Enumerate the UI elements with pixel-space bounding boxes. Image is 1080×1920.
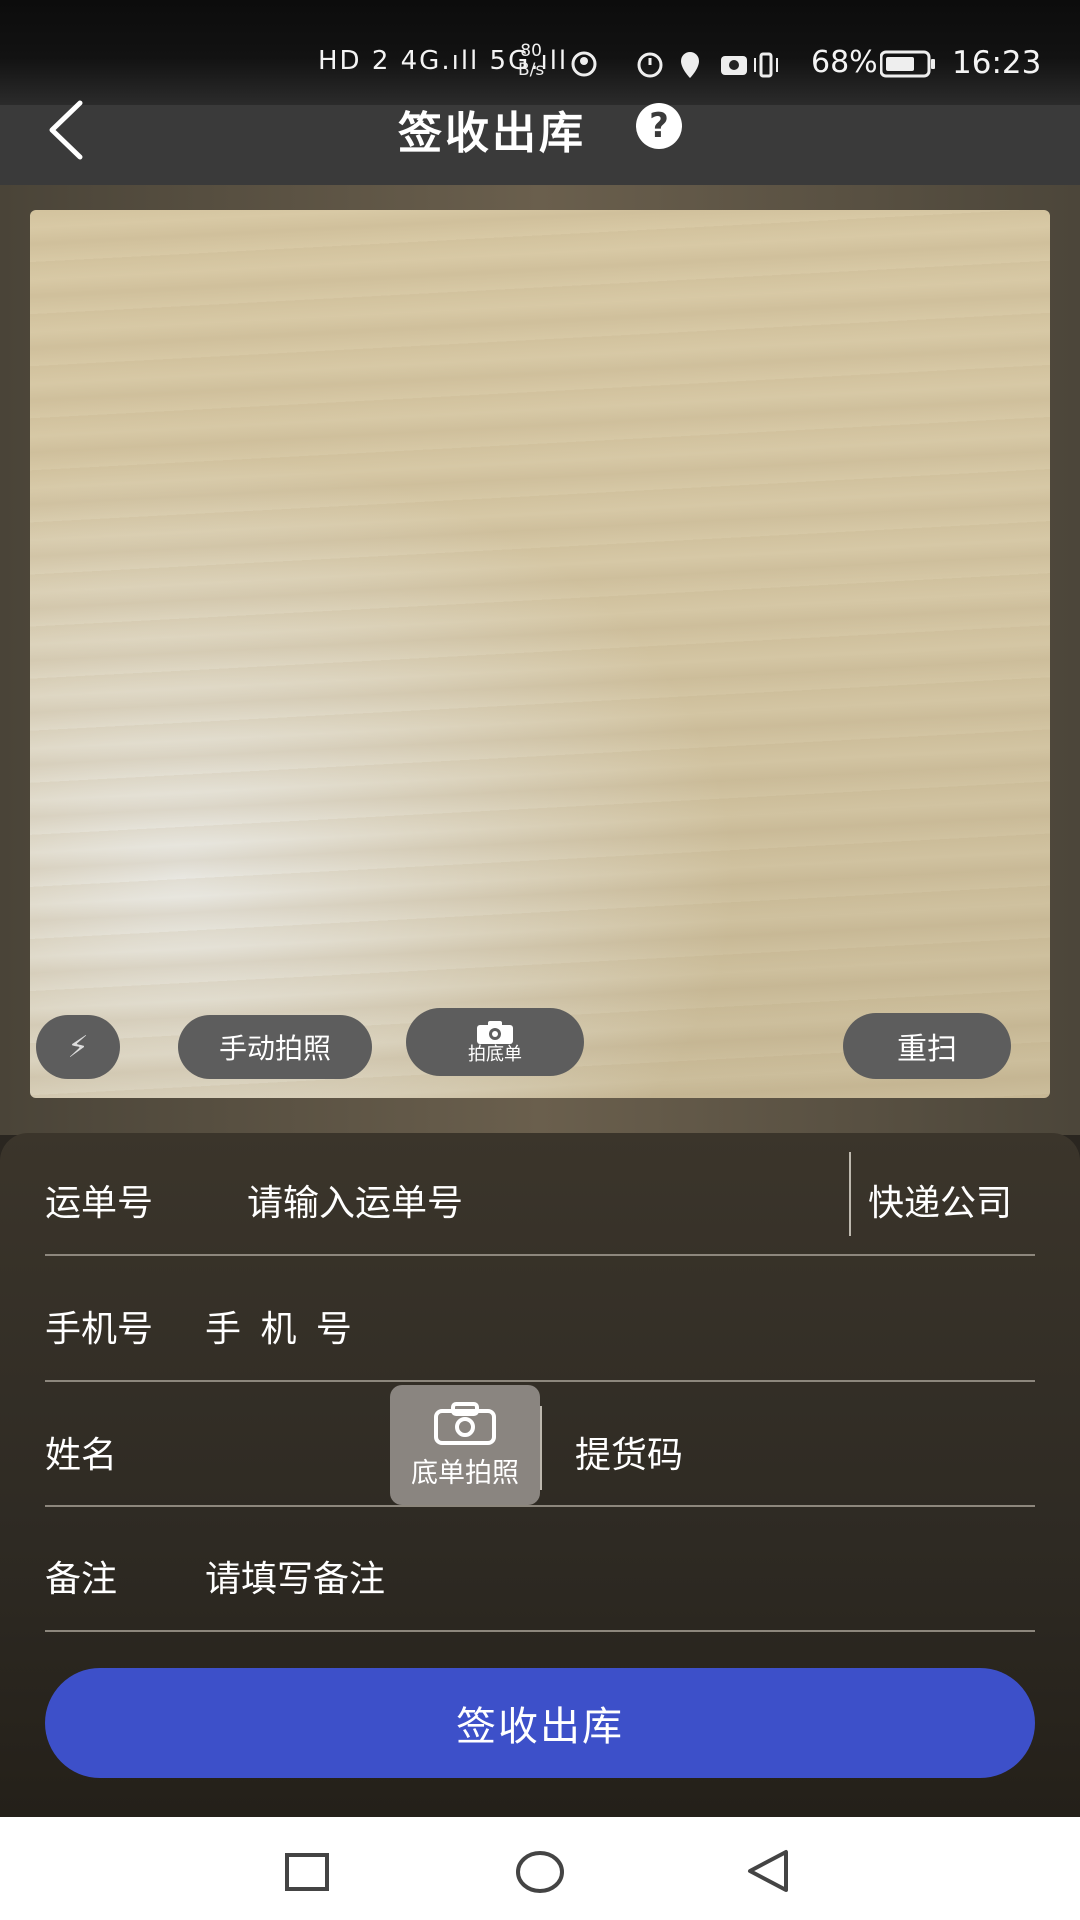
divider	[45, 1380, 1035, 1382]
home-icon[interactable]	[515, 1850, 567, 1894]
receipt-photo-tile-label: 底单拍照	[411, 1457, 519, 1489]
status-bar: HD 2 4G.ıll 5G.ıll 80 B/s 68% 16:23	[0, 0, 1080, 105]
name-label: 姓名	[45, 1435, 118, 1476]
receipt-photo-button[interactable]: 拍底单	[406, 1008, 584, 1076]
waybill-input[interactable]: 请输入运单号	[247, 1174, 463, 1226]
waybill-label: 运单号	[45, 1183, 154, 1224]
camera-icon	[477, 1021, 513, 1044]
rescan-button[interactable]: 重扫	[843, 1013, 1011, 1079]
battery-percent: 68%	[811, 45, 878, 80]
clock: 16:23	[952, 45, 1042, 81]
camera-preview[interactable]	[30, 210, 1050, 1098]
recent-apps-icon[interactable]	[284, 1852, 332, 1892]
pickup-code-input[interactable]: 提货码	[575, 1426, 683, 1478]
header-bar: 签收出库 ?	[0, 100, 1080, 185]
back-arrow-icon[interactable]	[44, 95, 90, 165]
divider	[45, 1254, 1035, 1256]
courier-select[interactable]: 快递公司	[868, 1174, 1012, 1226]
submit-button[interactable]: 签收出库	[45, 1668, 1035, 1778]
help-icon[interactable]: ?	[636, 103, 682, 149]
name-separator	[540, 1406, 542, 1490]
remark-label: 备注	[45, 1559, 118, 1600]
waybill-separator	[849, 1152, 851, 1236]
back-nav-icon[interactable]	[744, 1848, 792, 1894]
flash-toggle-icon[interactable]: ⚡	[36, 1015, 120, 1079]
divider	[45, 1630, 1035, 1632]
receipt-photo-tile[interactable]: 底单拍照	[390, 1385, 540, 1505]
camera-icon	[434, 1401, 496, 1445]
divider	[45, 1505, 1035, 1507]
receipt-photo-label: 拍底单	[468, 1044, 522, 1065]
remark-input[interactable]: 请填写备注	[205, 1550, 385, 1602]
phone-label: 手机号	[45, 1309, 154, 1350]
battery-icon	[880, 50, 935, 78]
net-speed: 80 B/s	[518, 41, 545, 80]
phone-input[interactable]: 手 机 号	[205, 1300, 356, 1352]
system-nav-bar	[0, 1817, 1080, 1920]
manual-photo-button[interactable]: 手动拍照	[178, 1015, 372, 1079]
page-title: 签收出库	[398, 108, 586, 159]
